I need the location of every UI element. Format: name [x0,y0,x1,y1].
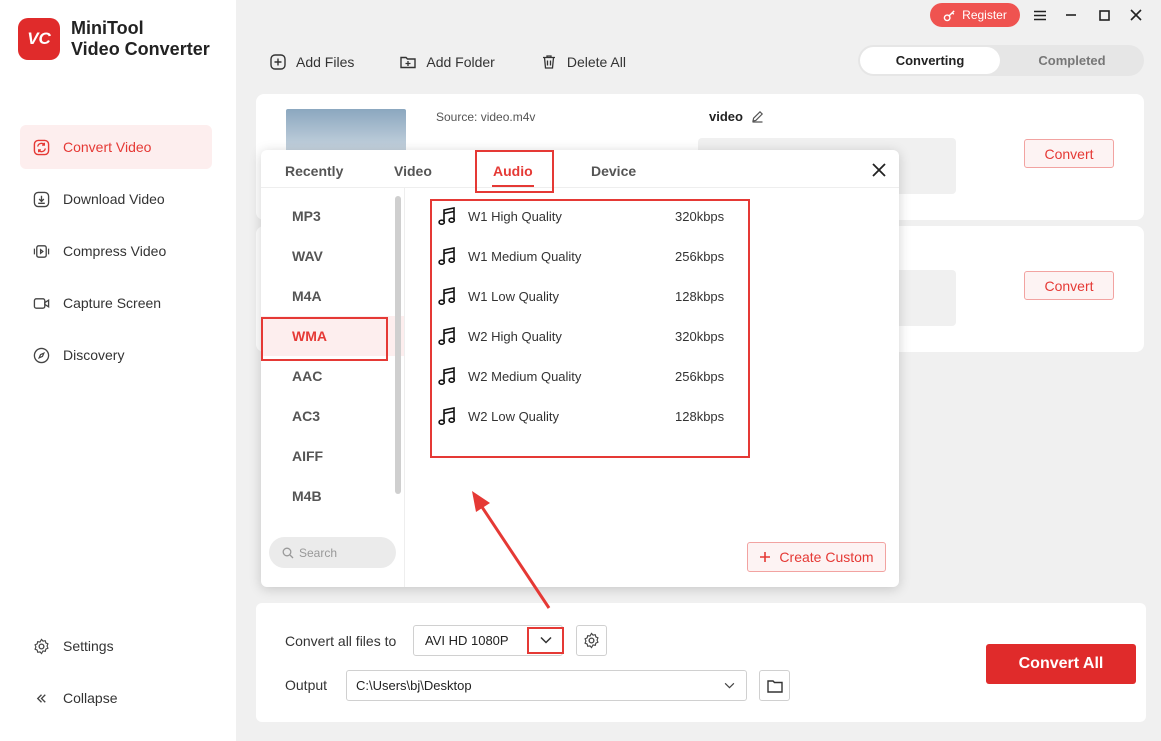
annotation-arrow [472,491,551,609]
